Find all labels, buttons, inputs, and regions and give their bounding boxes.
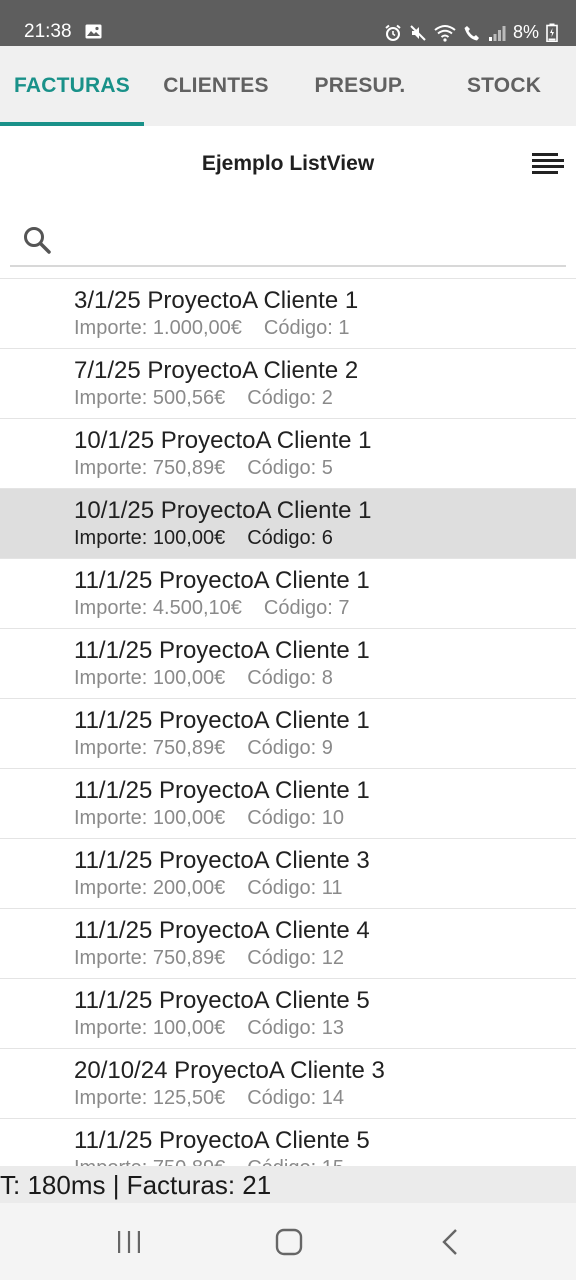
search-bar: [10, 214, 566, 267]
list-item[interactable]: 10/1/25 ProyectoA Cliente 1 Importe: 750,…: [0, 419, 576, 489]
navigation-bar: [0, 1203, 576, 1280]
item-codigo: Código: 7: [263, 597, 350, 619]
item-title: 10/1/25 ProyectoA Cliente 1: [74, 497, 372, 524]
item-importe: Importe: 100,00€: [74, 667, 226, 689]
item-codigo: Código: 2: [247, 387, 333, 409]
item-codigo: Código: 14: [247, 1087, 344, 1109]
status-bar: 21:38 8%: [0, 0, 576, 46]
tab-clientes[interactable]: CLIENTES: [144, 46, 288, 126]
item-importe: Importe: 200,00€: [74, 877, 226, 899]
tab-facturas[interactable]: FACTURAS: [0, 46, 144, 126]
item-title: 11/1/25 ProyectoA Cliente 5: [74, 987, 370, 1014]
tab-presupuestos[interactable]: PRESUP.: [288, 46, 432, 126]
list-item[interactable]: 20/10/24 ProyectoA Cliente 3 Importe: 125…: [0, 1049, 576, 1119]
item-title: 10/1/25 ProyectoA Cliente 1: [74, 427, 372, 454]
alarm-icon: [385, 24, 401, 41]
footer-status: T: 180ms | Facturas: 21: [0, 1166, 576, 1203]
item-subtitle: Importe: 500,56€ Código: 2: [74, 387, 333, 410]
item-codigo: Código: 9: [247, 737, 333, 759]
item-subtitle: Importe: 750,89€ Código: 12: [74, 947, 344, 970]
item-subtitle: Importe: 100,00€ Código: 8: [74, 667, 333, 690]
item-title: 3/1/25 ProyectoA Cliente 1: [74, 287, 359, 314]
list-item[interactable]: 3/1/25 ProyectoA Cliente 1 Importe: 1.000…: [0, 279, 576, 349]
item-codigo: Código: 1: [263, 317, 350, 339]
home-icon[interactable]: [274, 1227, 304, 1257]
status-time: 21:38: [24, 21, 72, 42]
item-subtitle: Importe: 750,89€ Código: 9: [74, 737, 333, 760]
item-codigo: Código: 8: [247, 667, 333, 689]
status-icons: 8%: [384, 22, 558, 43]
call-icon: [464, 25, 479, 40]
item-subtitle: Importe: 1.000,00€ Código: 1: [74, 317, 350, 340]
search-input[interactable]: [66, 222, 550, 258]
item-subtitle: Importe: 4.500,10€ Código: 7: [74, 597, 350, 620]
item-codigo: Código: 5: [247, 457, 333, 479]
battery-percent: 8%: [512, 22, 539, 42]
list-item[interactable]: 7/1/25 ProyectoA Cliente 2 Importe: 500,5…: [0, 349, 576, 419]
item-codigo: Código: 13: [247, 1017, 344, 1039]
item-title: 11/1/25 ProyectoA Cliente 1: [74, 707, 370, 734]
list-item[interactable]: 11/1/25 ProyectoA Cliente 1 Importe: 100,…: [0, 769, 576, 839]
list-item[interactable]: 11/1/25 ProyectoA Cliente 1 Importe: 100,…: [0, 629, 576, 699]
item-title: 11/1/25 ProyectoA Cliente 3: [74, 847, 370, 874]
tab-stock[interactable]: STOCK: [432, 46, 576, 126]
item-importe: Importe: 125,50€: [74, 1087, 226, 1109]
back-icon[interactable]: [436, 1227, 466, 1257]
item-codigo: Código: 11: [247, 877, 343, 899]
header: Ejemplo ListView: [0, 126, 576, 202]
item-importe: Importe: 100,00€: [74, 1017, 226, 1039]
item-subtitle: Importe: 100,00€ Código: 10: [74, 807, 344, 830]
item-importe: Importe: 4.500,10€: [74, 597, 242, 619]
gallery-icon: [85, 24, 102, 39]
sort-lines-icon[interactable]: [531, 152, 565, 176]
invoice-list[interactable]: 3/1/25 ProyectoA Cliente 1 Importe: 1.000…: [0, 278, 576, 1167]
mute-icon: [410, 24, 426, 41]
item-codigo: Código: 6: [247, 527, 333, 549]
item-importe: Importe: 100,00€: [74, 807, 226, 829]
item-importe: Importe: 750,89€: [74, 947, 226, 969]
signal-icon: [488, 25, 506, 41]
wifi-icon: [434, 24, 456, 42]
item-importe: Importe: 1.000,00€: [74, 317, 242, 339]
item-title: 11/1/25 ProyectoA Cliente 1: [74, 567, 370, 594]
item-importe: Importe: 750,89€: [74, 457, 226, 479]
item-importe: Importe: 500,56€: [74, 387, 226, 409]
list-item[interactable]: 11/1/25 ProyectoA Cliente 1 Importe: 4.50…: [0, 559, 576, 629]
list-item[interactable]: 10/1/25 ProyectoA Cliente 1 Importe: 100,…: [0, 489, 576, 559]
tab-bar: FACTURAS CLIENTES PRESUP. STOCK: [0, 46, 576, 126]
page-title: Ejemplo ListView: [201, 152, 375, 175]
item-subtitle: Importe: 750,89€ Código: 5: [74, 457, 333, 480]
item-codigo: Código: 10: [247, 807, 344, 829]
recents-icon[interactable]: [114, 1227, 144, 1257]
item-title: 11/1/25 ProyectoA Cliente 5: [74, 1127, 370, 1154]
item-importe: Importe: 100,00€: [74, 527, 226, 549]
item-title: 11/1/25 ProyectoA Cliente 1: [74, 637, 370, 664]
item-title: 11/1/25 ProyectoA Cliente 1: [74, 777, 370, 804]
list-item[interactable]: 11/1/25 ProyectoA Cliente 4 Importe: 750,…: [0, 909, 576, 979]
item-title: 7/1/25 ProyectoA Cliente 2: [74, 357, 359, 384]
list-item[interactable]: 11/1/25 ProyectoA Cliente 5 Importe: 100,…: [0, 979, 576, 1049]
item-codigo: Código: 12: [247, 947, 344, 969]
item-subtitle: Importe: 200,00€ Código: 11: [74, 877, 342, 900]
search-icon[interactable]: [22, 225, 52, 255]
item-subtitle: Importe: 100,00€ Código: 6: [74, 527, 333, 550]
list-item[interactable]: 11/1/25 ProyectoA Cliente 5Importe: 750,…: [0, 1119, 576, 1167]
item-title: 11/1/25 ProyectoA Cliente 4: [74, 917, 370, 944]
list-item[interactable]: 11/1/25 ProyectoA Cliente 3 Importe: 200,…: [0, 839, 576, 909]
item-importe: Importe: 750,89€: [74, 737, 226, 759]
item-subtitle: Importe: 100,00€ Código: 13: [74, 1017, 344, 1040]
list-item[interactable]: 11/1/25 ProyectoA Cliente 1 Importe: 750,…: [0, 699, 576, 769]
item-title: 20/10/24 ProyectoA Cliente 3: [74, 1057, 385, 1084]
item-subtitle: Importe: 125,50€ Código: 14: [74, 1087, 344, 1110]
battery-icon: [546, 23, 558, 42]
